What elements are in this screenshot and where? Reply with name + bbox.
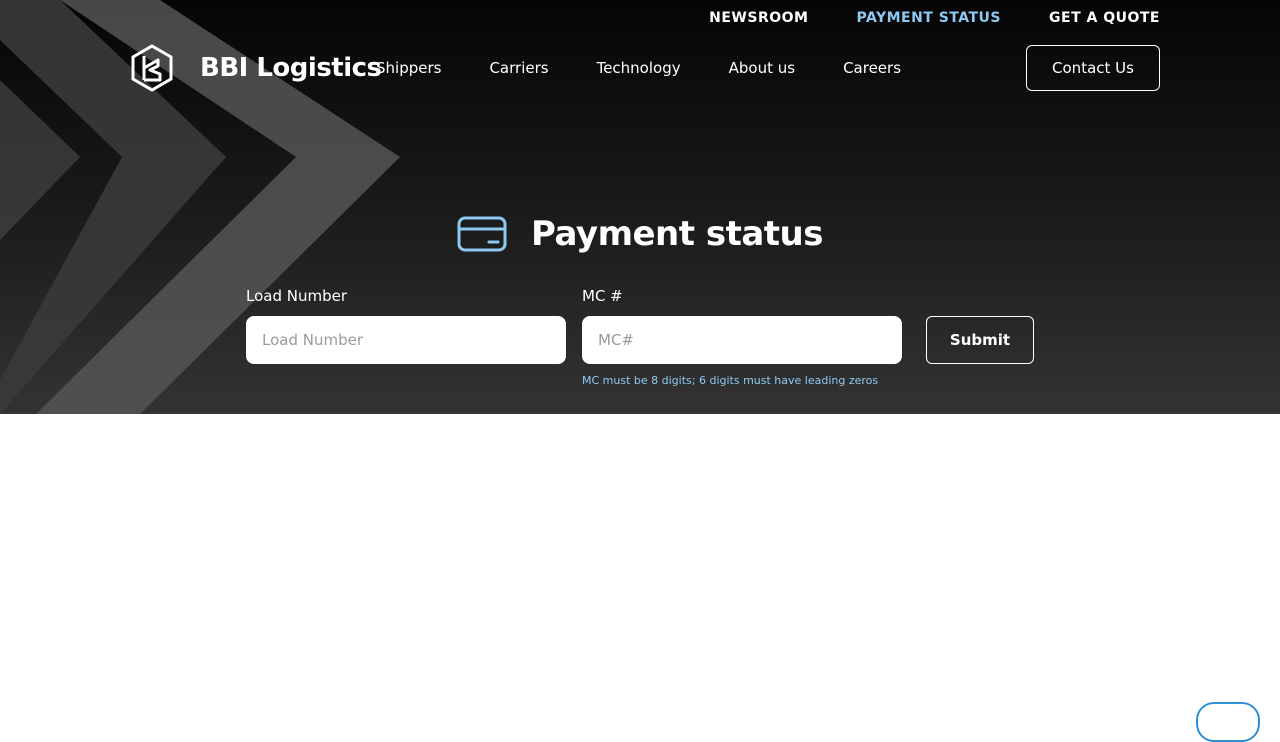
utility-nav: NEWSROOM PAYMENT STATUS GET A QUOTE	[709, 9, 1160, 27]
mc-number-label: MC #	[582, 287, 623, 305]
topbar-link-payment-status[interactable]: PAYMENT STATUS	[856, 9, 1001, 27]
nav-item-about-us[interactable]: About us	[729, 57, 795, 79]
nav-item-carriers[interactable]: Carriers	[489, 57, 548, 79]
hero-banner: NEWSROOM PAYMENT STATUS GET A QUOTE BBI …	[0, 0, 1280, 414]
nav-item-shippers[interactable]: Shippers	[376, 57, 441, 79]
credit-card-icon	[457, 216, 507, 252]
brand-logo[interactable]: BBI Logistics	[130, 44, 382, 92]
mc-number-input[interactable]	[582, 316, 902, 364]
chat-widget-button[interactable]	[1196, 702, 1260, 742]
submit-button[interactable]: Submit	[926, 316, 1034, 364]
topbar-link-newsroom[interactable]: NEWSROOM	[709, 9, 808, 27]
mc-hint-text: MC must be 8 digits; 6 digits must have …	[582, 374, 879, 387]
nav-item-careers[interactable]: Careers	[843, 57, 901, 79]
page-title: Payment status	[531, 214, 823, 254]
brand-name: BBI Logistics	[200, 53, 382, 83]
contact-us-button[interactable]: Contact Us	[1026, 45, 1160, 91]
load-number-input[interactable]	[246, 316, 566, 364]
main-nav: Shippers Carriers Technology About us Ca…	[376, 57, 949, 79]
page-heading: Payment status	[0, 210, 1280, 258]
nav-item-technology[interactable]: Technology	[597, 57, 681, 79]
bbi-hexagon-logo-icon	[131, 44, 173, 92]
topbar-link-get-a-quote[interactable]: GET A QUOTE	[1049, 9, 1160, 27]
load-number-label: Load Number	[246, 287, 348, 305]
